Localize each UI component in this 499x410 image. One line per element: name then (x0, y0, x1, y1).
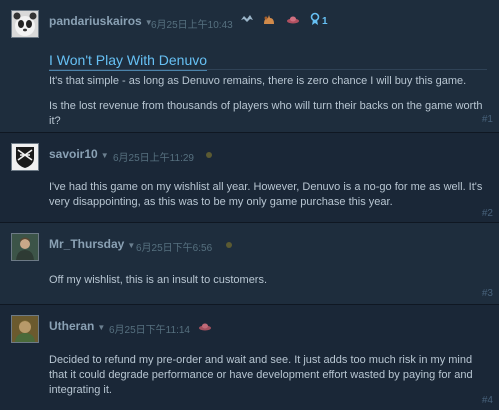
post-timestamp: 6月25日下午6:56 (136, 243, 213, 254)
post-paragraph: Is the lost revenue from thousands of pl… (49, 100, 483, 127)
post-timestamp: 6月25日上午10:43 (151, 20, 233, 31)
award-count: 1 (322, 16, 328, 27)
warrior-avatar-image (12, 316, 38, 342)
avatar-mr-thursday[interactable] (11, 233, 39, 261)
post-body: It's that simple - as long as Denuvo rem… (49, 74, 485, 129)
post-body: Decided to refund my pre-order and wait … (49, 353, 485, 398)
cat-award-icon[interactable] (262, 12, 276, 26)
post-number[interactable]: #4 (482, 395, 493, 406)
comment-post-2: savoir10 ▼ 6月25日上午11:29 I've had this gam… (0, 133, 499, 223)
dragon-award-icon[interactable] (240, 12, 254, 26)
comment-post-3: Mr_Thursday ▼ 6月25日下午6:56 Off my wishlist… (0, 223, 499, 305)
post-paragraph: Decided to refund my pre-order and wait … (49, 354, 473, 396)
chevron-down-icon[interactable]: ▼ (127, 241, 135, 250)
author-name[interactable]: Mr_Thursday ▼ (49, 237, 135, 251)
post-number[interactable]: #2 (482, 208, 493, 219)
character-avatar-image (12, 234, 38, 260)
post-body: I've had this game on my wishlist all ye… (49, 180, 485, 210)
ufo-award-icon[interactable] (198, 319, 212, 333)
post-number[interactable]: #1 (482, 114, 493, 125)
author-name[interactable]: Utheran ▼ (49, 319, 105, 333)
title-divider (49, 69, 487, 70)
post-timestamp: 6月25日上午11:29 (113, 153, 194, 164)
medal-award-icon[interactable] (308, 12, 322, 26)
heraldic-shield-avatar-image (12, 144, 38, 170)
status-dot-icon (222, 238, 236, 252)
comment-post-4: Utheran ▼ 6月25日下午11:14 Decided to refund … (0, 305, 499, 410)
chevron-down-icon[interactable]: ▼ (101, 151, 109, 160)
avatar-pandariuskairos[interactable] (11, 10, 39, 38)
post-paragraph: Off my wishlist, this is an insult to cu… (49, 274, 268, 286)
author-name[interactable]: savoir10 ▼ (49, 147, 109, 161)
post-number[interactable]: #3 (482, 288, 493, 299)
chevron-down-icon[interactable]: ▼ (97, 323, 105, 332)
author-name[interactable]: pandariuskairos ▼ (49, 14, 153, 28)
avatar-utheran[interactable] (11, 315, 39, 343)
post-paragraph: It's that simple - as long as Denuvo rem… (49, 75, 467, 87)
comment-post-1: pandariuskairos ▼ 6月25日上午10:43 1 I Won't … (0, 0, 499, 133)
post-timestamp: 6月25日下午11:14 (109, 325, 190, 336)
post-body: Off my wishlist, this is an insult to cu… (49, 273, 485, 288)
status-dot-icon (202, 148, 216, 162)
ufo-award-icon[interactable] (286, 12, 300, 26)
avatar-savoir10[interactable] (11, 143, 39, 171)
panda-face-avatar-image (12, 11, 38, 37)
post-paragraph: I've had this game on my wishlist all ye… (49, 181, 483, 208)
